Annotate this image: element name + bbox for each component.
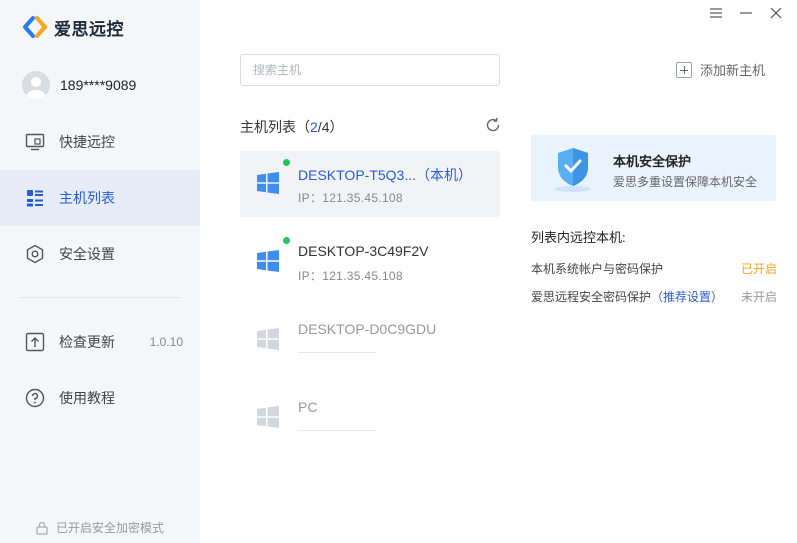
nav-item-check-update[interactable]: 检查更新 1.0.10 <box>0 314 200 370</box>
refresh-icon <box>486 117 500 132</box>
secure-mode-status: 已开启安全加密模式 <box>35 519 164 536</box>
status-value: 已开启 <box>740 262 777 276</box>
security-card-title: 本机安全保护 <box>613 154 692 169</box>
app-name: 爱思远控 <box>54 19 124 39</box>
windows-icon <box>257 328 279 350</box>
sidebar-divider <box>20 297 180 298</box>
online-indicator <box>283 237 290 244</box>
recommend-setting-link[interactable]: （推荐设置） <box>651 290 723 304</box>
windows-icon <box>257 172 279 194</box>
app-logo: 爱思远控 <box>22 14 124 40</box>
minimize-icon <box>740 12 752 14</box>
nav-label: 安全设置 <box>59 246 115 262</box>
nav-label: 使用教程 <box>59 390 115 406</box>
version-label: 1.0.10 <box>149 335 183 349</box>
host-name: DESKTOP-D0C9GDU <box>298 321 437 337</box>
lock-icon <box>36 521 48 535</box>
host-item[interactable]: PC <box>240 385 500 451</box>
windows-icon <box>257 406 279 428</box>
search-input[interactable] <box>240 54 500 86</box>
upload-icon <box>25 332 45 352</box>
shield-check-icon <box>555 148 591 192</box>
security-card-desc: 爱思多重设置保障本机安全 <box>613 175 758 189</box>
avatar[interactable] <box>22 71 50 99</box>
host-item[interactable]: DESKTOP-D0C9GDU <box>240 307 500 373</box>
host-list-title-suffix: ） <box>329 119 344 135</box>
monitor-icon <box>25 132 45 152</box>
host-ip-placeholder <box>298 352 376 353</box>
security-card: 本机安全保护 爱思多重设置保障本机安全 <box>531 135 776 201</box>
status-label: 本机系统帐户与密码保护 <box>531 262 664 276</box>
host-list-title-prefix: 主机列表（ <box>240 119 310 135</box>
refresh-button[interactable] <box>484 116 502 134</box>
help-circle-icon <box>25 388 45 408</box>
nav-label: 快捷远控 <box>59 134 115 150</box>
nav-item-quick-remote[interactable]: 快捷远控 <box>0 114 200 170</box>
add-host-button[interactable]: 添加新主机 <box>676 60 765 79</box>
list-icon <box>25 188 45 208</box>
windows-icon <box>257 250 279 272</box>
online-indicator <box>283 159 290 166</box>
nav-item-security-settings[interactable]: 安全设置 <box>0 226 200 282</box>
host-ip-placeholder <box>298 430 376 431</box>
hamburger-icon <box>710 8 722 18</box>
host-item[interactable]: DESKTOP-T5Q3...（本机） IP：121.35.45.108 <box>240 151 500 217</box>
status-value: 未开启 <box>740 290 777 304</box>
host-name: DESKTOP-3C49F2V <box>298 243 429 259</box>
user-profile[interactable]: 189****9089 <box>22 71 136 99</box>
status-label: 爱思远程安全密码保护 <box>531 290 652 304</box>
host-item[interactable]: DESKTOP-3C49F2V IP：121.35.45.108 <box>240 229 500 295</box>
add-host-label: 添加新主机 <box>700 63 766 78</box>
nav-label: 检查更新 <box>59 334 115 350</box>
logo-icon <box>22 14 48 40</box>
close-icon <box>770 7 782 19</box>
minimize-button[interactable] <box>736 4 756 22</box>
nav-item-tutorial[interactable]: 使用教程 <box>0 370 200 426</box>
security-status-row: 本机系统帐户与密码保护 已开启 <box>531 260 777 277</box>
hexagon-shield-icon <box>25 244 45 264</box>
nav-item-host-list[interactable]: 主机列表 <box>0 170 200 226</box>
host-ip: IP：121.35.45.108 <box>298 269 403 283</box>
host-ip: IP：121.35.45.108 <box>298 191 403 205</box>
plus-icon <box>676 61 692 78</box>
host-name: PC <box>298 399 318 415</box>
security-status-row: 爱思远程安全密码保护（推荐设置） 未开启 <box>531 288 777 305</box>
sidebar: 爱思远控 189****9089 快捷远控 主机列表 安全设置 检查更新 1.0… <box>0 0 200 543</box>
online-count: 2 <box>310 119 318 135</box>
secure-mode-label: 已开启安全加密模式 <box>56 521 165 535</box>
host-name: DESKTOP-T5Q3...（本机） <box>298 167 472 183</box>
menu-button[interactable] <box>706 4 726 22</box>
nav-label: 主机列表 <box>59 190 115 206</box>
host-list-title: 主机列表（2/4） <box>240 117 343 137</box>
user-phone: 189****9089 <box>60 77 137 93</box>
close-button[interactable] <box>766 4 786 22</box>
remote-section-title: 列表内远控本机: <box>531 230 626 245</box>
